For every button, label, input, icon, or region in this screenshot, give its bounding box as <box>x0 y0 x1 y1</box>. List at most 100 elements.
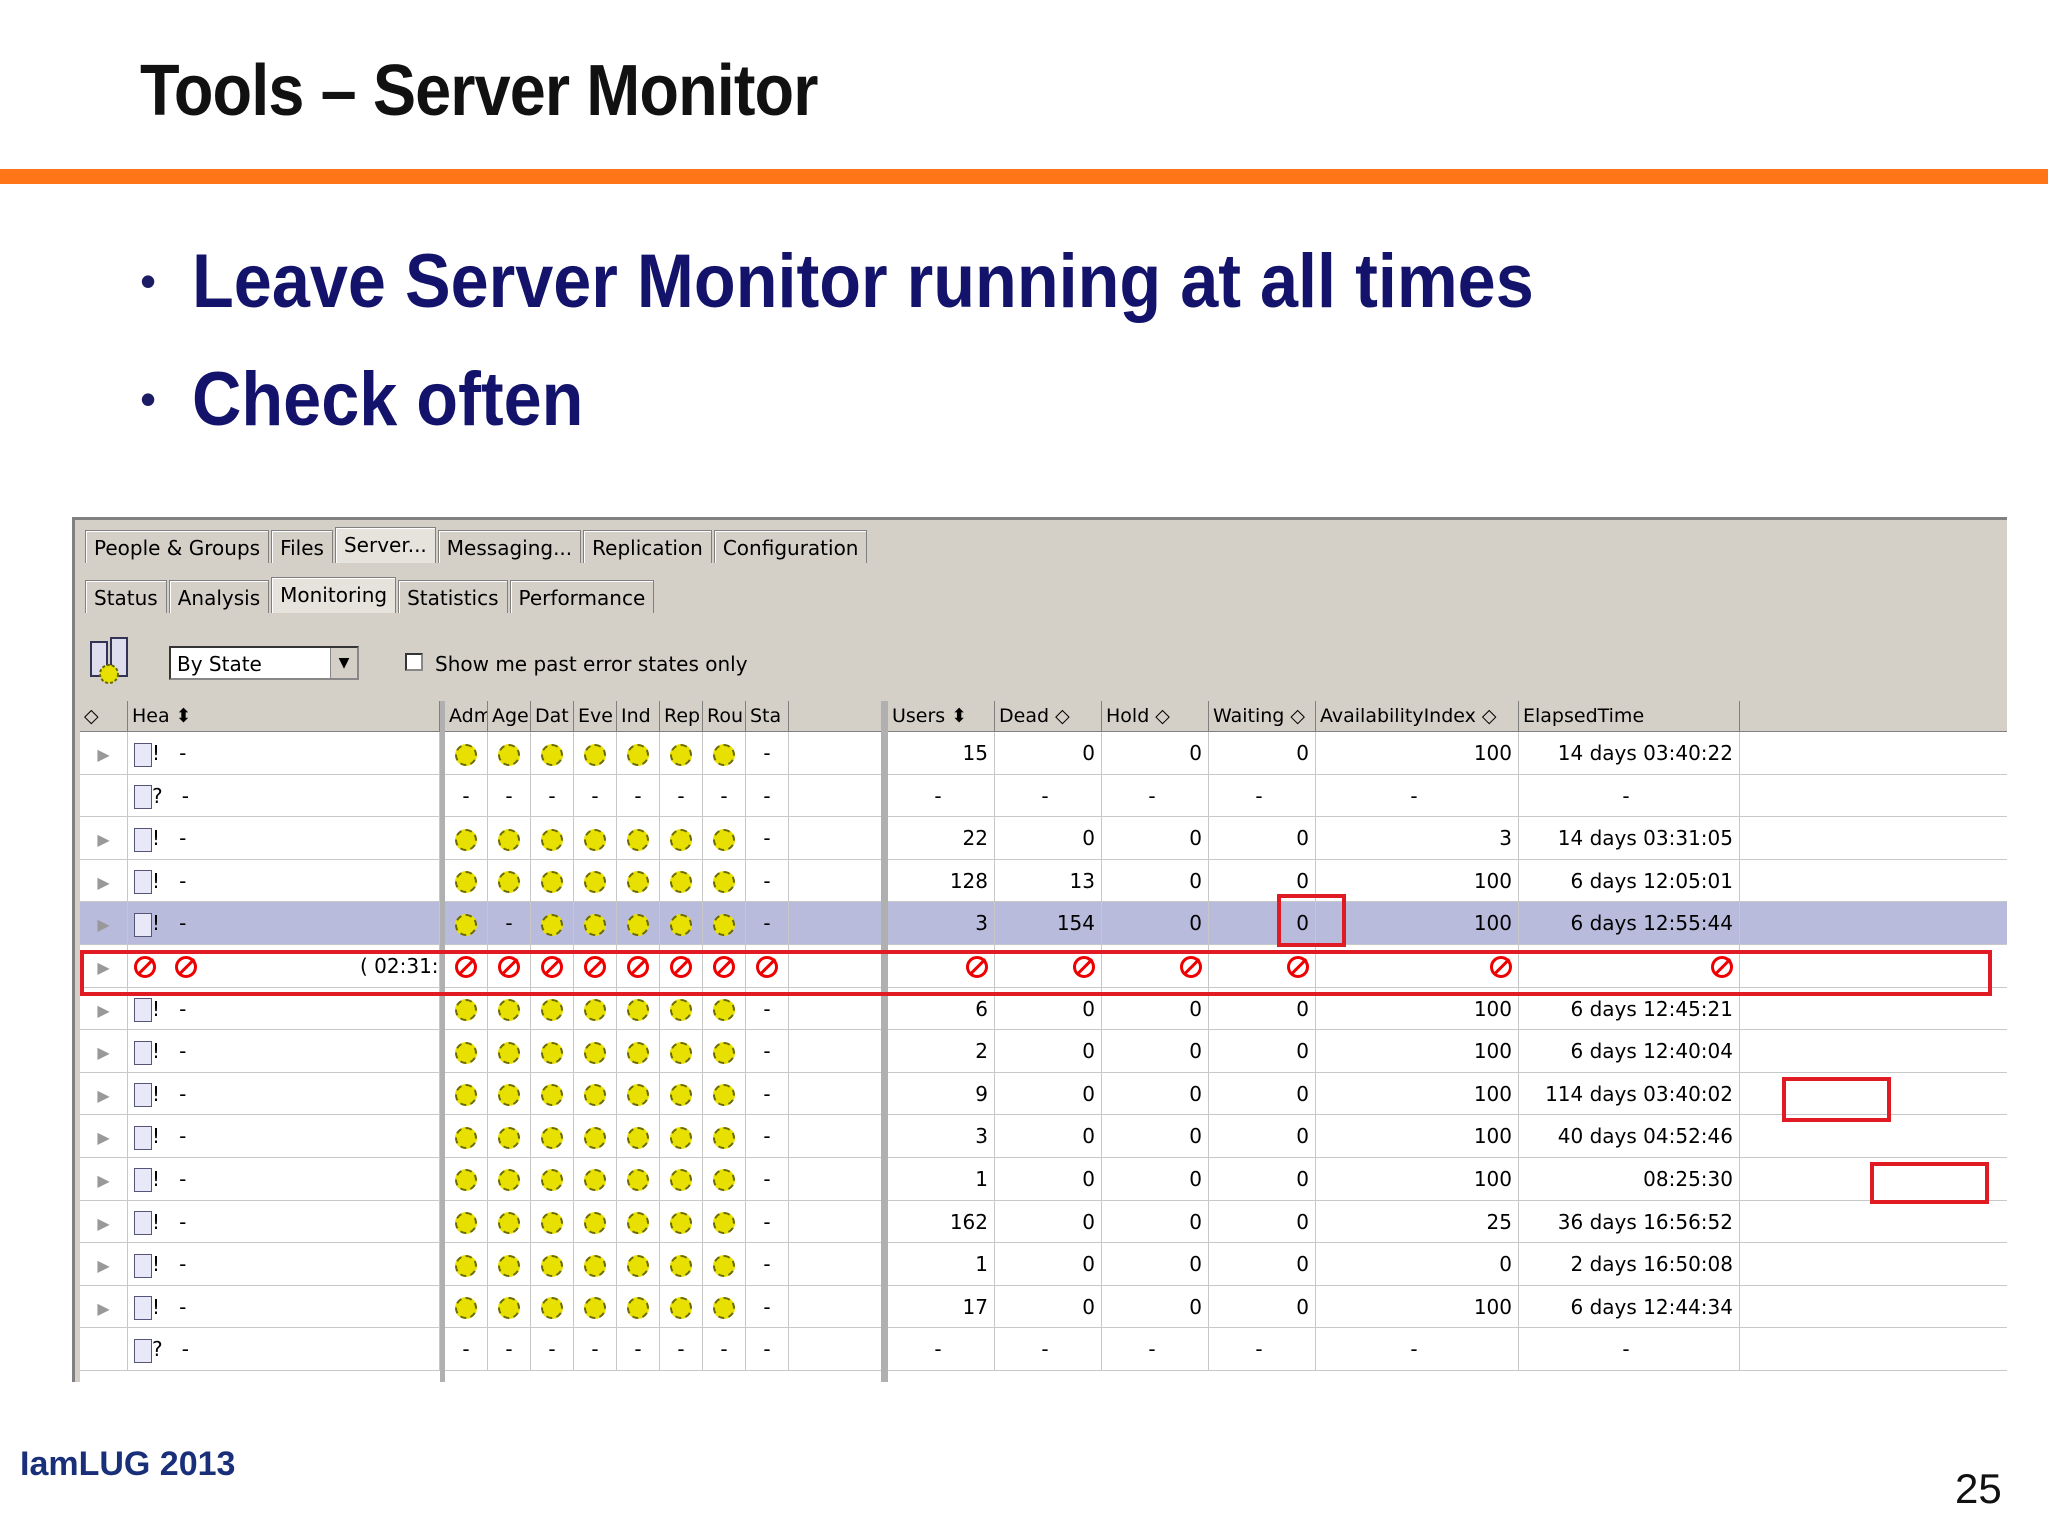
sort-icon[interactable]: ◇ <box>80 701 128 731</box>
table-row[interactable]: ------ <box>888 774 2007 818</box>
task-status-cell <box>660 1200 703 1243</box>
table-row[interactable]: - <box>445 1200 881 1244</box>
table-row[interactable]: ▶! - <box>80 732 440 775</box>
column-header-task[interactable]: Rep <box>660 701 703 731</box>
server-icon <box>134 1083 152 1108</box>
table-row[interactable]: - <box>445 817 881 860</box>
table-row[interactable]: 17 0 0 0 100 6 days 12:44:34 <box>888 1285 2007 1329</box>
table-row[interactable]: 1 0 0 0 100 08:25:30 <box>888 1157 2007 1201</box>
expand-arrow-icon[interactable]: ▶ <box>80 1243 128 1286</box>
table-row[interactable]: -- <box>445 902 881 945</box>
column-header-task[interactable]: Adm <box>445 701 488 731</box>
tab-main[interactable]: Messaging... <box>437 530 582 563</box>
table-row[interactable]: - <box>445 1115 881 1158</box>
tab-main[interactable]: Files <box>271 530 333 563</box>
table-row[interactable]: ▶! - <box>80 902 440 945</box>
column-header-task[interactable]: Ind <box>617 701 660 731</box>
server-icon <box>134 912 152 937</box>
expand-arrow-icon[interactable]: ▶ <box>80 1157 128 1200</box>
stat-cell-dead: 0 <box>995 1157 1102 1200</box>
table-row[interactable]: 2 0 0 0 100 6 days 12:40:04 <box>888 1030 2007 1073</box>
tab-main[interactable]: Configuration <box>713 530 868 563</box>
expand-arrow-icon[interactable]: ▶ <box>80 902 128 945</box>
column-header-task[interactable]: Rou <box>703 701 746 731</box>
column-header-task[interactable]: Sta <box>746 701 789 731</box>
table-row[interactable]: ▶! - <box>80 859 440 903</box>
task-status-cell <box>488 1072 531 1115</box>
column-header-task[interactable]: Age <box>488 701 531 731</box>
table-row[interactable]: 100002 days 16:50:08 <box>888 1243 2007 1286</box>
table-row[interactable]: 128 13 0 0 100 6 days 12:05:01 <box>888 859 2007 903</box>
tab-sub[interactable]: Status <box>85 580 167 613</box>
table-row[interactable]: - <box>445 1030 881 1073</box>
tab-main[interactable]: Server... <box>334 527 436 563</box>
gear-icon <box>541 828 563 851</box>
view-by-select[interactable]: By State ▼ <box>169 646 359 680</box>
table-row[interactable]: - <box>445 1157 881 1201</box>
stat-cell-waiting: 0 <box>1209 1030 1316 1073</box>
column-header-task[interactable]: Dat <box>531 701 574 731</box>
expand-arrow-icon[interactable]: ▶ <box>80 1115 128 1158</box>
expand-arrow-icon[interactable]: ▶ <box>80 1285 128 1328</box>
table-row[interactable]: ▶! - <box>80 1115 440 1158</box>
expand-arrow-icon[interactable] <box>80 774 128 817</box>
column-header-health[interactable]: Hea ⬍ <box>128 701 440 731</box>
table-row[interactable]: - <box>445 1072 881 1116</box>
table-row[interactable]: - <box>445 1243 881 1286</box>
table-row[interactable]: ▶! - <box>80 1157 440 1201</box>
task-status-cell <box>617 1030 660 1073</box>
stat-cell-elapsed: - <box>1519 1328 1740 1371</box>
column-header-stat[interactable]: Hold ◇ <box>1102 701 1209 731</box>
tab-sub[interactable]: Performance <box>509 580 655 613</box>
table-row[interactable]: - <box>445 859 881 903</box>
tab-sub[interactable]: Monitoring <box>271 577 397 613</box>
table-row[interactable]: ▶! - <box>80 1285 440 1329</box>
expand-arrow-icon[interactable]: ▶ <box>80 817 128 860</box>
tab-main[interactable]: Replication <box>583 530 712 563</box>
table-row[interactable]: ? - <box>80 774 440 818</box>
expand-arrow-icon[interactable]: ▶ <box>80 1072 128 1115</box>
table-row[interactable]: ▶! - <box>80 1243 440 1286</box>
table-row[interactable]: -------- <box>445 774 881 818</box>
column-header-task[interactable]: Eve <box>574 701 617 731</box>
task-status-cell <box>660 732 703 774</box>
table-row[interactable]: ------ <box>888 1328 2007 1371</box>
task-status-cell <box>445 1243 488 1286</box>
column-header-stat[interactable]: Users ⬍ <box>888 701 995 731</box>
task-status-cell <box>660 1072 703 1115</box>
server-state-cell: ! - <box>128 1030 440 1073</box>
table-row[interactable]: -------- <box>445 1328 881 1371</box>
table-row[interactable]: ▶! - <box>80 1072 440 1116</box>
table-row[interactable]: 162 0 0 0 25 36 days 16:56:52 <box>888 1200 2007 1244</box>
table-row[interactable]: 3 154 0 0 100 6 days 12:55:44 <box>888 902 2007 945</box>
task-status-cell <box>703 1030 746 1073</box>
expand-arrow-icon[interactable]: ▶ <box>80 732 128 774</box>
table-row[interactable]: 15 0 0 0 100 14 days 03:40:22 <box>888 732 2007 775</box>
column-header-stat[interactable]: AvailabilityIndex ◇ <box>1316 701 1519 731</box>
chevron-down-icon[interactable]: ▼ <box>330 648 357 678</box>
stat-cell-dead: 0 <box>995 1115 1102 1158</box>
table-row[interactable]: ? - <box>80 1328 440 1371</box>
gear-icon <box>670 871 692 894</box>
table-row[interactable]: - <box>445 732 881 775</box>
expand-arrow-icon[interactable]: ▶ <box>80 1030 128 1073</box>
stat-cell-avail: 3 <box>1316 817 1519 860</box>
table-row[interactable]: ▶! - <box>80 817 440 860</box>
expand-arrow-icon[interactable]: ▶ <box>80 1200 128 1243</box>
server-monitor-icon[interactable] <box>85 636 135 686</box>
stat-cell-users: 3 <box>888 902 995 945</box>
expand-arrow-icon[interactable] <box>80 1328 128 1371</box>
table-row[interactable]: ▶! - <box>80 1030 440 1073</box>
table-row[interactable]: 22 0 0 0 3 14 days 03:31:05 <box>888 817 2007 860</box>
tab-sub[interactable]: Statistics <box>398 580 508 613</box>
column-header-stat[interactable]: Dead ◇ <box>995 701 1102 731</box>
past-errors-checkbox[interactable] <box>405 653 423 671</box>
expand-arrow-icon[interactable]: ▶ <box>80 859 128 902</box>
table-row[interactable]: ▶! - <box>80 1200 440 1244</box>
tab-sub[interactable]: Analysis <box>168 580 270 613</box>
column-header-stat[interactable]: Waiting ◇ <box>1209 701 1316 731</box>
tab-main[interactable]: People & Groups <box>85 530 270 563</box>
table-row[interactable]: - <box>445 1285 881 1329</box>
task-status-cell: - <box>574 774 617 817</box>
column-header-stat[interactable]: ElapsedTime <box>1519 701 1740 731</box>
